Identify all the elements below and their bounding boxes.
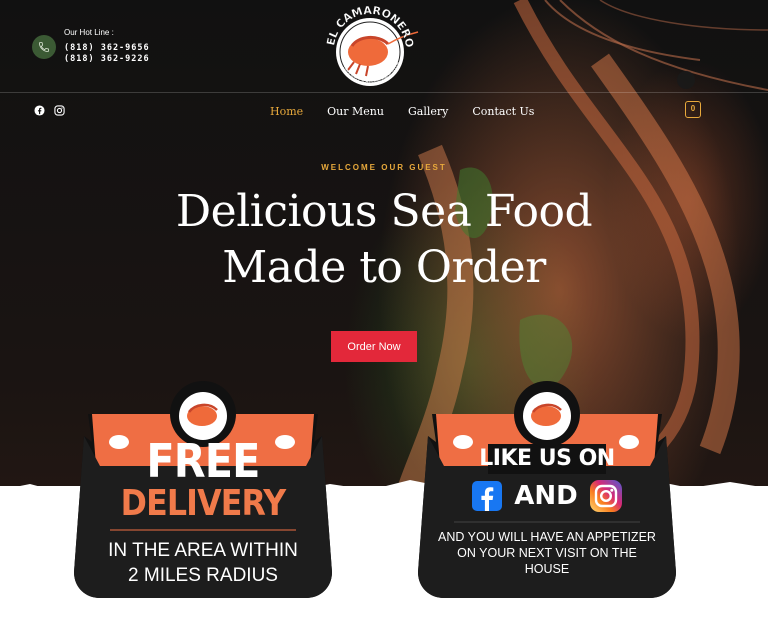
promo-free-title: FREE [146,434,260,488]
facebook-icon[interactable] [34,105,45,116]
hero-headline-line1: Delicious Sea Food [175,186,593,237]
promo-like-desc: AND YOU WILL HAVE AN APPETIZER ON YOUR N… [438,530,656,576]
phone-icon[interactable] [32,34,56,59]
social-links [34,105,65,116]
nav-contact-us[interactable]: Contact Us [472,105,534,118]
nav-our-menu[interactable]: Our Menu [327,105,384,118]
site-logo[interactable]: EL CAMARONERO #2 DELICIOUS SEA FOOD MADE… [318,2,422,94]
nav-home[interactable]: Home [270,105,303,118]
main-nav: Home Our Menu Gallery Contact Us [270,105,534,118]
cart-icon[interactable]: 0 [685,101,701,118]
phone-number-1[interactable]: (818) 362-9656 [64,43,150,54]
free-delivery-card: FREE DELIVERY IN THE AREA WITHIN 2 MILES… [70,380,336,602]
header-divider [0,92,768,93]
promo-like-and: AND [514,481,578,511]
hero-eyebrow: WELCOME OUR GUEST [321,163,447,172]
promo-like-title: LIKE US ON [479,446,615,471]
cart-count: 0 [690,104,696,113]
instagram-icon[interactable] [54,105,65,116]
hero-headline-line2: Made to Order [222,242,546,293]
promo-like-row: AND [414,480,680,512]
promo-free-desc-line2: 2 MILES RADIUS [128,565,278,586]
facebook-icon[interactable] [472,481,503,511]
nav-gallery[interactable]: Gallery [408,105,448,118]
card-logo [514,381,580,447]
phone-number-2[interactable]: (818) 362-9226 [64,54,150,65]
promo-free-desc: IN THE AREA WITHIN 2 MILES RADIUS [90,538,316,588]
promo-free-subtitle: DELIVERY [120,483,287,524]
promo-free-desc-line1: IN THE AREA WITHIN [108,540,298,561]
order-now-button[interactable]: Order Now [331,331,417,362]
hero-headline: Delicious Sea Food Made to Order [0,184,768,296]
hotline: Our Hot Line : (818) 362-9656 (818) 362-… [32,28,150,65]
like-us-card: LIKE US ON AND AND YOU WILL HAVE AN APPE… [414,380,680,602]
instagram-icon[interactable] [589,480,622,512]
hotline-label: Our Hot Line : [64,28,114,37]
